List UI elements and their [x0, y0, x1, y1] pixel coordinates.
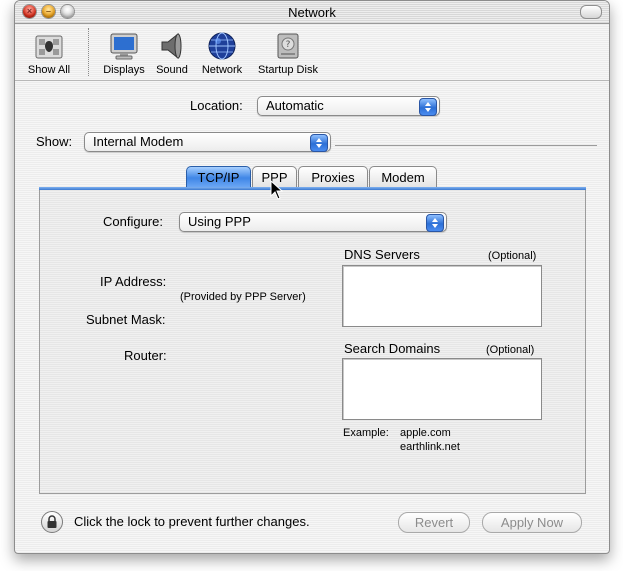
ip-address-label: IP Address:: [100, 274, 167, 289]
svg-text:?: ?: [286, 40, 291, 50]
toolbar-item-network[interactable]: Network: [197, 30, 247, 76]
tab-proxies[interactable]: Proxies: [298, 166, 368, 187]
location-popup[interactable]: Automatic: [257, 96, 440, 116]
toolbar-label: Show All: [27, 64, 71, 76]
toolbar-label: Sound: [156, 64, 188, 76]
popup-arrows-icon: [419, 98, 437, 116]
dns-servers-field[interactable]: [342, 265, 542, 327]
example-domain-2: earthlink.net: [400, 441, 460, 453]
mouse-cursor-icon: [270, 180, 284, 200]
toolbar-item-displays[interactable]: Displays: [97, 30, 151, 76]
title-bar: × – Network: [15, 1, 609, 24]
toolbar-label: Startup Disk: [258, 64, 318, 76]
revert-button[interactable]: Revert: [398, 512, 470, 533]
toolbar-item-startup-disk[interactable]: ? Startup Disk: [253, 30, 323, 76]
search-domains-label: Search Domains: [344, 341, 441, 356]
divider: [335, 145, 597, 146]
display-monitor-icon: [110, 33, 138, 60]
search-optional-label: (Optional): [486, 344, 535, 356]
dns-optional-label: (Optional): [488, 250, 537, 262]
example-domain-1: apple.com: [400, 427, 451, 439]
configure-value: Using PPP: [188, 214, 251, 229]
toolbar-label: Displays: [103, 64, 145, 76]
toolbar-separator: [88, 28, 89, 76]
tcpip-panel: [39, 190, 586, 494]
dns-servers-label: DNS Servers: [344, 247, 420, 262]
show-label: Show:: [36, 134, 73, 149]
toolbar-item-show-all[interactable]: Show All: [23, 30, 75, 76]
speaker-icon: [161, 32, 182, 60]
toolbar: Show All Displays Sound Network ? Startu…: [15, 24, 609, 81]
apple-showall-icon: [35, 35, 63, 59]
tab-modem[interactable]: Modem: [369, 166, 437, 187]
example-label: Example:: [343, 427, 389, 439]
toolbar-item-sound[interactable]: Sound: [151, 30, 193, 76]
window-title: Network: [288, 5, 336, 20]
subnet-mask-label: Subnet Mask:: [86, 312, 166, 327]
popup-arrows-icon: [426, 214, 444, 232]
router-label: Router:: [124, 348, 167, 363]
show-popup[interactable]: Internal Modem: [84, 132, 331, 152]
toolbar-toggle-button[interactable]: [580, 5, 602, 19]
location-value: Automatic: [266, 98, 324, 113]
lock-icon: [47, 515, 57, 528]
apply-now-button[interactable]: Apply Now: [482, 512, 582, 533]
configure-label: Configure:: [103, 214, 163, 229]
location-label: Location:: [190, 98, 243, 113]
show-value: Internal Modem: [93, 134, 184, 149]
lock-button[interactable]: [41, 511, 63, 533]
network-window: × – Network Show All Displays Sound Netw…: [14, 0, 610, 554]
tab-tcpip[interactable]: TCP/IP: [186, 166, 251, 187]
globe-icon: [208, 32, 236, 60]
search-domains-field[interactable]: [342, 358, 542, 420]
configure-popup[interactable]: Using PPP: [179, 212, 447, 232]
lock-instruction-text: Click the lock to prevent further change…: [74, 514, 310, 529]
popup-arrows-icon: [310, 134, 328, 152]
toolbar-label: Network: [201, 64, 243, 76]
ip-address-note: (Provided by PPP Server): [180, 291, 306, 303]
hard-disk-icon: ?: [277, 33, 299, 59]
